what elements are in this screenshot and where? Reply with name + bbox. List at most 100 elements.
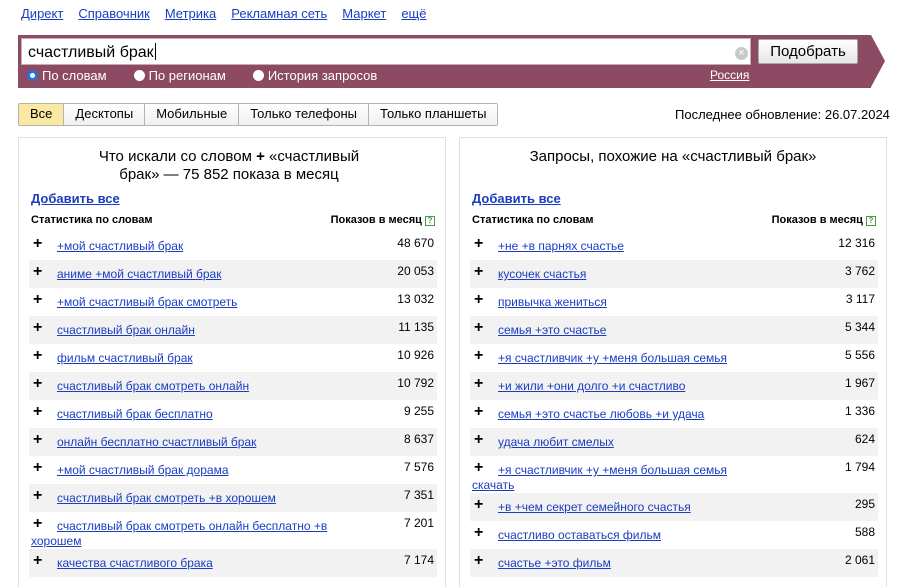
clear-icon[interactable]: × [735, 47, 748, 60]
nav-market-link[interactable]: Маркет [342, 6, 386, 21]
add-plus-icon[interactable]: + [33, 403, 42, 421]
phrase-link[interactable]: +не +в парнях счастье [498, 239, 788, 254]
list-item: + +в +чем секрет семейного счастья 295 [470, 493, 878, 521]
phrase-link[interactable]: счастливый брак смотреть онлайн [57, 379, 347, 394]
tab-tablets-only[interactable]: Только планшеты [369, 104, 498, 125]
search-mode-radios: По словам По регионам История запросов [27, 68, 404, 83]
phrase-link[interactable]: счастливый брак смотреть онлайн бесплатн… [31, 519, 331, 549]
phrase-link[interactable]: счастливо оставаться фильм [498, 528, 788, 543]
phrase-link[interactable]: онлайн бесплатно счастливый брак [57, 435, 347, 450]
add-plus-icon[interactable]: + [33, 459, 42, 477]
add-all-link[interactable]: Добавить все [31, 191, 120, 206]
add-plus-icon[interactable]: + [33, 552, 42, 570]
list-item: + +мой счастливый брак смотреть 13 032 [29, 288, 437, 316]
column-headers: Статистика по словам Показов в месяц ? [31, 214, 435, 226]
radio-by-regions[interactable]: По регионам [133, 68, 226, 83]
add-plus-icon[interactable]: + [474, 524, 483, 542]
col-phrase-header: Статистика по словам [31, 214, 153, 226]
phrase-link[interactable]: удача любит смелых [498, 435, 788, 450]
last-updated: Последнее обновление: 26.07.2024 [675, 107, 890, 122]
add-plus-icon[interactable]: + [33, 431, 42, 449]
phrase-link[interactable]: +мой счастливый брак [57, 239, 347, 254]
nav-ad-network-link[interactable]: Рекламная сеть [231, 6, 327, 21]
phrase-link[interactable]: +и жили +они долго +и счастливо [498, 379, 788, 394]
phrase-link[interactable]: счастливый брак бесплатно [57, 407, 347, 422]
region-link[interactable]: Россия [710, 68, 749, 82]
add-plus-icon[interactable]: + [33, 235, 42, 253]
list-item: + аниме +мой счастливый брак 20 053 [29, 260, 437, 288]
phrase-link[interactable]: счастливый брак смотреть +в хорошем [57, 491, 347, 506]
radio-by-words[interactable]: По словам [27, 68, 107, 83]
phrase-link[interactable]: счастье +это фильм [498, 556, 788, 571]
add-plus-icon[interactable]: + [33, 347, 42, 365]
list-item: + привычка жениться 3 117 [470, 288, 878, 316]
phrase-link[interactable]: привычка жениться [498, 295, 788, 310]
help-icon[interactable]: ? [425, 216, 435, 226]
nav-more-link[interactable]: ещё [401, 6, 426, 21]
phrase-link[interactable]: аниме +мой счастливый брак [57, 267, 347, 282]
list-item: + счастливо оставаться фильм 588 [470, 521, 878, 549]
add-plus-icon[interactable]: + [474, 347, 483, 365]
device-tabs: Все Десктопы Мобильные Только телефоны Т… [18, 103, 499, 126]
list-item: + качества счастливого брака 7 174 [29, 549, 437, 577]
add-plus-icon[interactable]: + [474, 431, 483, 449]
add-plus-icon[interactable]: + [33, 319, 42, 337]
query-text: счастливый брак [28, 43, 156, 61]
tab-all[interactable]: Все [19, 104, 65, 125]
col-phrase-header: Статистика по словам [472, 214, 594, 226]
phrase-link[interactable]: +в +чем секрет семейного счастья [498, 500, 788, 515]
add-plus-icon[interactable]: + [474, 375, 483, 393]
radio-unchecked-icon [252, 70, 264, 81]
add-plus-icon[interactable]: + [33, 375, 42, 393]
radio-query-history[interactable]: История запросов [252, 68, 377, 83]
nav-reference-link[interactable]: Справочник [78, 6, 150, 21]
impressions-count: 20 053 [397, 264, 434, 278]
query-input[interactable]: счастливый брак × [21, 38, 751, 65]
add-plus-icon[interactable]: + [33, 291, 42, 309]
impressions-count: 7 201 [403, 516, 434, 530]
tab-phones-only[interactable]: Только телефоны [239, 104, 370, 125]
phrase-link[interactable]: счастливый брак онлайн [57, 323, 347, 338]
phrase-link[interactable]: +мой счастливый брак смотреть [57, 295, 347, 310]
col-count-header: Показов в месяц [330, 214, 422, 226]
add-plus-icon[interactable]: + [474, 263, 483, 281]
phrase-link[interactable]: фильм счастливый брак [57, 351, 347, 366]
phrase-link[interactable]: семья +это счастье [498, 323, 788, 338]
list-item: + онлайн бесплатно счастливый брак 8 637 [29, 428, 437, 456]
impressions-count: 11 135 [398, 320, 434, 334]
list-item: + кусочек счастья 3 762 [470, 260, 878, 288]
impressions-count: 9 255 [403, 404, 434, 418]
results-list: + +не +в парнях счастье 12 316 + кусочек сча… [470, 232, 878, 577]
phrase-link[interactable]: качества счастливого брака [57, 556, 347, 571]
tab-desktops[interactable]: Десктопы [64, 104, 146, 125]
add-plus-icon[interactable]: + [474, 403, 483, 421]
impressions-count: 3 762 [844, 264, 875, 278]
add-plus-icon[interactable]: + [474, 496, 483, 514]
list-item: + фильм счастливый брак 10 926 [29, 344, 437, 372]
panel-title: Запросы, похожие на «счастливый брак» [529, 148, 817, 165]
add-plus-icon[interactable]: + [474, 319, 483, 337]
add-all-link[interactable]: Добавить все [472, 191, 561, 206]
phrase-link[interactable]: +я счастливчик +у +меня большая семья ск… [472, 463, 772, 493]
add-plus-icon[interactable]: + [474, 235, 483, 253]
tab-mobile[interactable]: Мобильные [145, 104, 240, 125]
nav-direct-link[interactable]: Директ [21, 6, 63, 21]
add-plus-icon[interactable]: + [33, 487, 42, 505]
help-icon[interactable]: ? [866, 216, 876, 226]
nav-metrika-link[interactable]: Метрика [165, 6, 216, 21]
phrase-link[interactable]: +я счастливчик +у +меня большая семья [498, 351, 788, 366]
phrase-link[interactable]: семья +это счастье любовь +и удача [498, 407, 788, 422]
list-item: + +мой счастливый брак дорама 7 576 [29, 456, 437, 484]
add-plus-icon[interactable]: + [474, 291, 483, 309]
phrase-link[interactable]: кусочек счастья [498, 267, 788, 282]
impressions-count: 295 [854, 497, 875, 511]
phrase-link[interactable]: +мой счастливый брак дорама [57, 463, 347, 478]
impressions-count: 13 032 [397, 292, 434, 306]
column-headers: Статистика по словам Показов в месяц ? [472, 214, 876, 226]
list-item: + счастливый брак онлайн 11 135 [29, 316, 437, 344]
similar-queries-panel: Запросы, похожие на «счастливый брак» До… [459, 137, 887, 587]
add-plus-icon[interactable]: + [474, 552, 483, 570]
pick-button[interactable]: Подобрать [758, 39, 858, 64]
panel-title: Что искали со словом + «счастливый брак»… [98, 148, 360, 183]
add-plus-icon[interactable]: + [33, 263, 42, 281]
